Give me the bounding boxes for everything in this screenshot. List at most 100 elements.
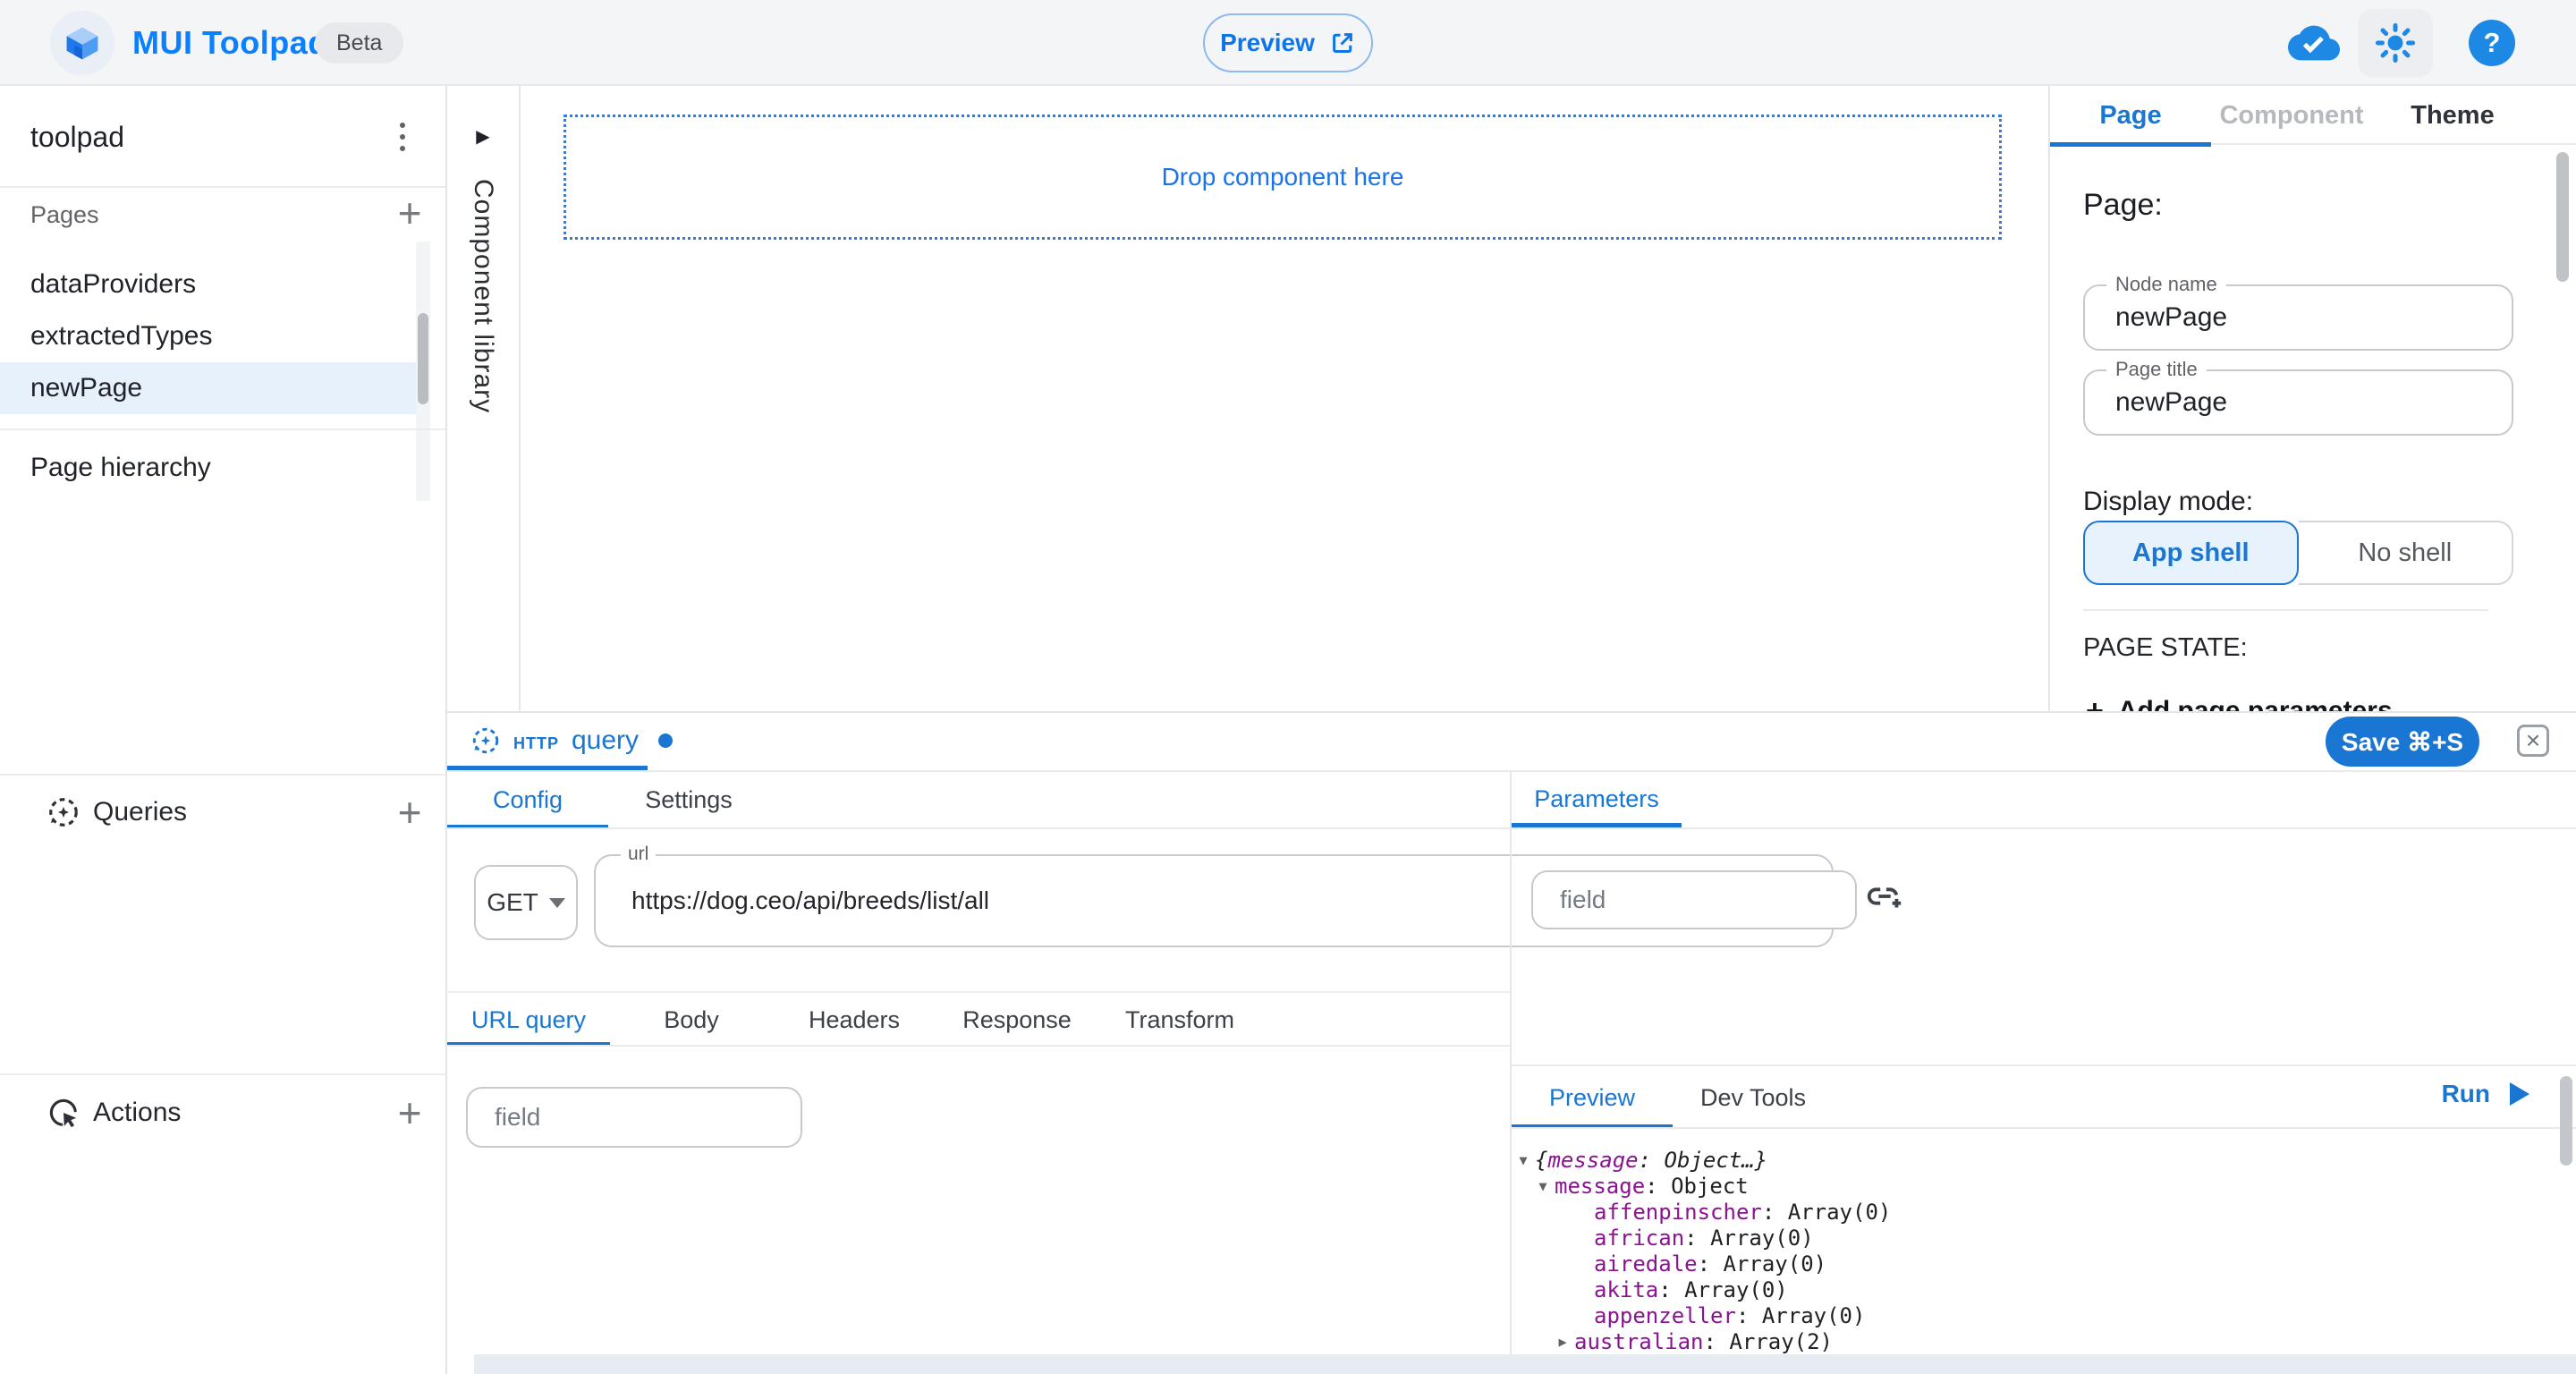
http-method-value: GET (487, 888, 538, 917)
url-query-field-input[interactable] (468, 1089, 801, 1146)
json-row[interactable]: affenpinscherArray(0) (1512, 1200, 2558, 1226)
json-key: appenzeller (1594, 1303, 1762, 1329)
divider (0, 428, 445, 430)
preview-scrollbar-thumb[interactable] (2560, 1076, 2572, 1166)
sidebar-item-newpage[interactable]: newPage (0, 362, 416, 414)
json-punct: { (1535, 1148, 1547, 1174)
brightness-icon (2375, 22, 2416, 64)
json-value: Array(0) (1724, 1251, 1827, 1277)
add-page-parameters-label: Add page parameters (2118, 696, 2393, 711)
tab-url-query[interactable]: URL query (447, 993, 610, 1047)
json-row[interactable]: africanArray(0) (1512, 1226, 2558, 1251)
display-mode-toggle: App shell No shell (2083, 521, 2513, 585)
json-key: affenpinscher (1594, 1200, 1788, 1226)
http-method-select[interactable]: GET (474, 865, 578, 940)
collapse-arrow-icon[interactable] (1531, 1174, 1555, 1200)
sidebar-item-dataproviders[interactable]: dataProviders (0, 259, 416, 310)
help-button[interactable] (2467, 0, 2517, 86)
query-editor-dock: HTTP query Save ⌘+S Config Settings GET … (447, 711, 2576, 1374)
page-title-label: Page title (2106, 358, 2207, 381)
request-sub-tabs: URL query Body Headers Response Transfor… (447, 993, 1261, 1047)
json-value: Array(2) (1729, 1329, 1833, 1355)
parameters-field (1531, 870, 1857, 929)
json-value: Object… (1665, 1148, 1755, 1174)
add-page-parameters-button[interactable]: Add page parameters (2086, 691, 2393, 711)
project-header: toolpad (0, 86, 445, 188)
expand-panel-arrow-icon[interactable] (476, 125, 489, 148)
json-preview-tree: {messageObject…} messageObject affenpins… (1512, 1131, 2558, 1374)
tab-preview[interactable]: Preview (1512, 1066, 1673, 1129)
tab-page[interactable]: Page (2050, 86, 2211, 145)
unsaved-changes-dot (658, 734, 673, 748)
help-icon (2469, 20, 2515, 66)
page-canvas: Drop component here (521, 86, 2048, 711)
tab-body[interactable]: Body (610, 993, 773, 1047)
sidebar-item-page-hierarchy[interactable]: Page hierarchy (0, 442, 447, 494)
json-value: Array(0) (1788, 1200, 1892, 1226)
preview-button[interactable]: Preview (1203, 13, 1373, 72)
brightness-toggle-button[interactable] (2358, 9, 2433, 77)
tab-theme[interactable]: Theme (2372, 86, 2533, 145)
json-row[interactable]: messageObject (1512, 1174, 2558, 1200)
page-title-field: Page title (2083, 369, 2513, 436)
add-action-button[interactable] (386, 1090, 433, 1136)
json-value: Array(0) (1762, 1303, 1866, 1329)
pages-scrollbar-thumb[interactable] (418, 313, 428, 404)
horizontal-scrollbar-track[interactable] (474, 1354, 2576, 1374)
cloud-done-icon[interactable] (2283, 0, 2345, 86)
json-row[interactable]: appenzellerArray(0) (1512, 1303, 2558, 1329)
collapse-arrow-icon[interactable] (1512, 1148, 1535, 1174)
tab-dev-tools[interactable]: Dev Tools (1673, 1066, 1834, 1129)
run-button[interactable]: Run (2442, 1080, 2529, 1108)
node-name-label: Node name (2106, 273, 2226, 296)
toolpad-logo-glyph (63, 23, 102, 63)
sidebar-item-extractedtypes[interactable]: extractedTypes (0, 310, 416, 362)
json-punct: } (1755, 1148, 1767, 1174)
queries-section-label: Queries (93, 785, 187, 839)
chevron-down-icon (549, 898, 565, 908)
json-value: Array(0) (1684, 1277, 1788, 1303)
config-settings-tabs: Config Settings (447, 772, 769, 827)
tab-config[interactable]: Config (447, 772, 608, 827)
tab-component[interactable]: Component (2211, 86, 2372, 145)
json-value: Object (1671, 1174, 1749, 1200)
component-library-panel[interactable]: Component library (447, 86, 521, 711)
divider (0, 774, 445, 776)
tab-response[interactable]: Response (936, 993, 1098, 1047)
top-app-bar: MUI Toolpad Beta Preview (0, 0, 2576, 86)
inspector-tabs: Page Component Theme (2050, 86, 2576, 145)
json-root-row[interactable]: {messageObject…} (1512, 1148, 2558, 1174)
tab-parameters[interactable]: Parameters (1512, 772, 1682, 826)
app-shell-toggle[interactable]: App shell (2083, 521, 2299, 585)
inspector-scrollbar-thumb[interactable] (2556, 152, 2569, 282)
json-row[interactable]: airedaleArray(0) (1512, 1251, 2558, 1277)
add-page-button[interactable] (386, 190, 433, 236)
add-query-button[interactable] (386, 789, 433, 835)
url-label: url (621, 844, 656, 865)
tab-headers[interactable]: Headers (773, 993, 936, 1047)
actions-section-label: Actions (93, 1086, 181, 1140)
query-tab[interactable]: HTTP query (447, 713, 673, 768)
pages-section-header: Pages (30, 191, 99, 238)
parameters-preview-pane: Parameters Preview Dev Tools Run {messag… (1510, 772, 2576, 1374)
actions-section: Actions (0, 1086, 445, 1140)
app-title: MUI Toolpad (132, 0, 328, 86)
json-row[interactable]: akitaArray(0) (1512, 1277, 2558, 1303)
json-value: Array(0) (1710, 1226, 1814, 1251)
component-dropzone[interactable]: Drop component here (564, 114, 2002, 240)
save-button[interactable]: Save ⌘+S (2326, 717, 2479, 767)
component-library-label: Component library (468, 179, 498, 413)
close-icon[interactable] (2517, 725, 2549, 757)
tab-settings[interactable]: Settings (608, 772, 769, 827)
json-row[interactable]: australianArray(2) (1512, 1329, 2558, 1355)
json-key: message (1547, 1148, 1664, 1174)
json-key: message (1555, 1174, 1671, 1200)
expand-arrow-icon[interactable] (1551, 1329, 1574, 1355)
inspector-panel: Page Component Theme Page: Node name Pag… (2048, 86, 2576, 711)
tab-transform[interactable]: Transform (1098, 993, 1261, 1047)
parameters-field-input[interactable] (1533, 872, 1855, 928)
no-shell-toggle[interactable]: No shell (2299, 521, 2514, 585)
json-key: airedale (1594, 1251, 1724, 1277)
project-menu-kebab-icon[interactable] (386, 114, 419, 159)
toolpad-logo-icon[interactable] (50, 11, 114, 75)
